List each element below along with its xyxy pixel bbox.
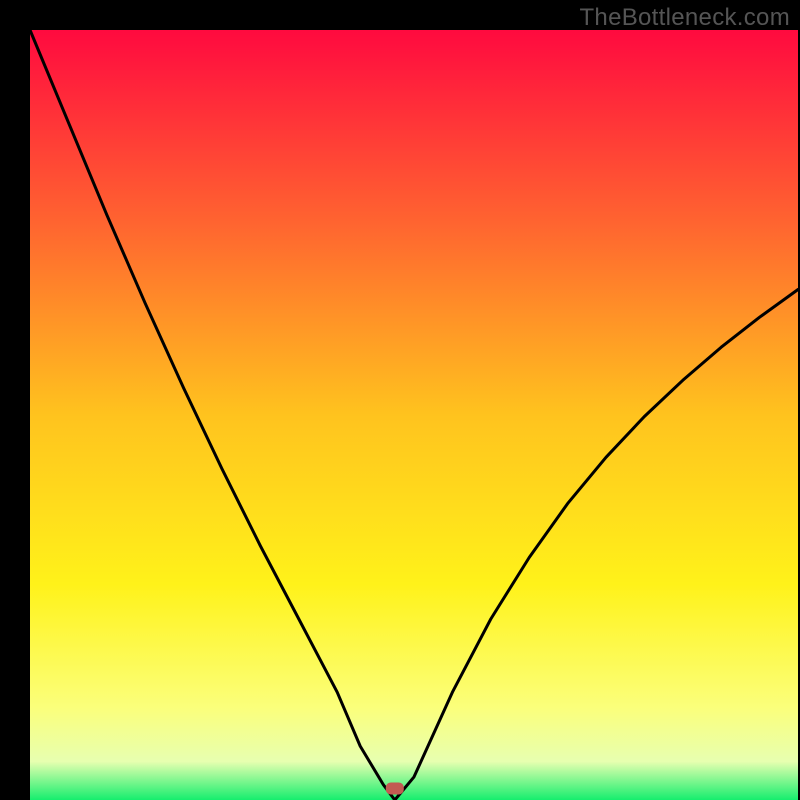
- chart-svg: [0, 0, 800, 800]
- chart-gradient-bg: [30, 30, 798, 800]
- watermark-text: TheBottleneck.com: [579, 4, 790, 32]
- bottleneck-chart: TheBottleneck.com: [0, 0, 800, 800]
- optimal-point-marker: [386, 782, 404, 794]
